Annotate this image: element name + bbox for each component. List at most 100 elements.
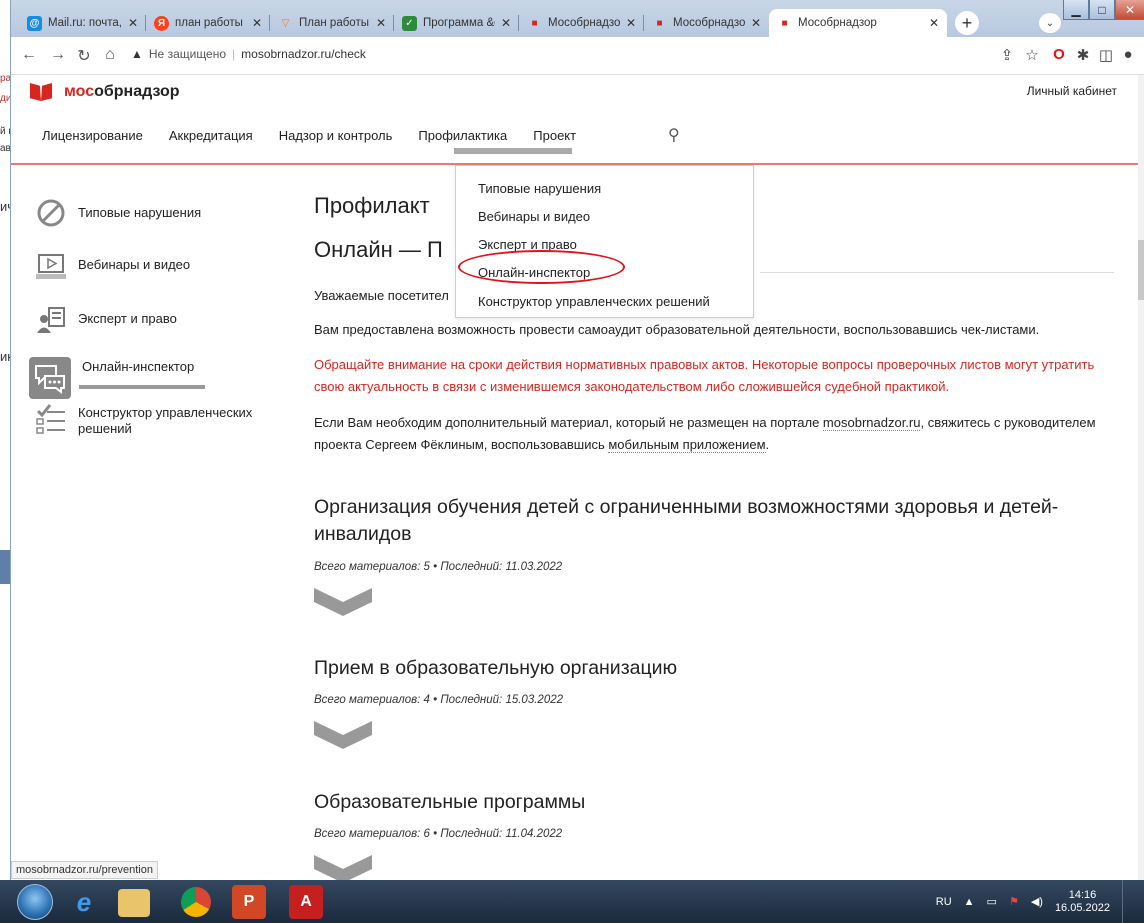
forward-icon[interactable]: →	[48, 46, 68, 64]
tab-close-icon[interactable]: ✕	[626, 16, 636, 30]
tab-close-icon[interactable]: ✕	[128, 16, 138, 30]
reload-icon[interactable]: ↻	[74, 46, 94, 66]
extensions-icon[interactable]: ✱	[1073, 46, 1093, 64]
tab-plan[interactable]: ▽ План работы с ✕	[270, 9, 394, 37]
language-indicator[interactable]: RU	[936, 896, 952, 908]
bookmark-star-icon[interactable]: ☆	[1022, 46, 1042, 64]
scrollbar-thumb[interactable]	[1138, 240, 1144, 300]
tab-title: Мособрнадзор	[548, 17, 620, 29]
home-icon[interactable]: ⌂	[100, 46, 120, 64]
warning-icon[interactable]: ▲	[131, 47, 143, 61]
system-tray: RU ▲ ▭ ⚑ ◀) 14:16 16.05.2022	[936, 880, 1144, 923]
chevron-down-icon[interactable]	[314, 721, 372, 749]
sidebar-item-label: Вебинары и видео	[78, 257, 191, 272]
volume-icon[interactable]: ◀)	[1031, 895, 1043, 908]
tab-title: Мособрнадзор	[798, 17, 877, 29]
close-window-button[interactable]: ✕	[1115, 0, 1144, 20]
warning-paragraph: Обращайте внимание на сроки действия нор…	[314, 357, 1095, 394]
new-tab-button[interactable]: +	[955, 11, 979, 35]
sidebar-item-webinars[interactable]: Вебинары и видео	[35, 251, 190, 283]
highlight-circle	[458, 250, 625, 284]
sidebar-item-label: Типовые нарушения	[78, 205, 202, 220]
menu-item-webinars[interactable]: Вебинары и видео	[478, 209, 590, 224]
sidebar-item-label: Эксперт и право	[78, 311, 177, 326]
prevention-dropdown-menu: Типовые нарушения Вебинары и видео Экспе…	[455, 165, 754, 318]
mobile-app-link[interactable]: мобильным приложением	[608, 437, 766, 453]
plan-favicon-icon: ▽	[281, 17, 290, 29]
nav-licensing[interactable]: Лицензирование	[42, 128, 143, 143]
chrome-icon[interactable]	[181, 887, 211, 917]
internet-explorer-icon[interactable]: e	[67, 885, 101, 919]
section-meta: Всего материалов: 6 • Последний: 11.04.2…	[314, 828, 563, 840]
portal-link[interactable]: mosobrnadzor.ru	[822, 415, 921, 431]
browser-window: @ Mail.ru: почта, п ✕ Я план работы с п …	[11, 0, 1144, 880]
tab-mosobr-1[interactable]: ■ Мособрнадзор ✕	[519, 9, 644, 37]
section-title[interactable]: Организация обучения детей с ограниченны…	[314, 494, 1074, 548]
tab-title: план работы с п	[175, 17, 246, 29]
back-icon[interactable]: ←	[19, 46, 39, 64]
profile-avatar-icon[interactable]: ●	[1118, 46, 1138, 63]
tab-title: Программа &ф	[423, 17, 495, 29]
menu-item-violations[interactable]: Типовые нарушения	[478, 181, 601, 196]
tab-yandex[interactable]: Я план работы с п ✕	[146, 9, 270, 37]
book-logo-icon	[30, 83, 52, 101]
network-icon[interactable]: ▭	[987, 895, 997, 908]
tray-expand-icon[interactable]: ▲	[964, 896, 975, 908]
tab-program[interactable]: ✓ Программа &ф ✕	[394, 9, 519, 37]
main-nav: Лицензирование Аккредитация Надзор и кон…	[42, 128, 602, 143]
start-button[interactable]	[17, 884, 53, 920]
prohibited-icon	[35, 197, 67, 229]
nav-project[interactable]: Проект	[533, 128, 576, 143]
clock-date: 16.05.2022	[1054, 901, 1110, 914]
tab-close-icon[interactable]: ✕	[376, 16, 386, 30]
chat-icon	[29, 357, 71, 399]
site-logo[interactable]: мособрнадзор	[30, 83, 180, 101]
personal-account-link[interactable]: Личный кабинет	[1027, 84, 1117, 98]
nav-prevention[interactable]: Профилактика	[418, 128, 507, 143]
tab-close-icon[interactable]: ✕	[751, 16, 761, 30]
tab-mosobr-active[interactable]: ■ Мособрнадзор ✕	[769, 9, 947, 37]
powerpoint-icon[interactable]: P	[232, 885, 266, 919]
sidebar-item-constructor[interactable]: Конструктор управленческих решений	[35, 404, 285, 437]
sidebar-item-label: Конструктор управленческих решений	[78, 405, 253, 436]
yandex-favicon-icon: Я	[154, 15, 169, 31]
tab-close-icon[interactable]: ✕	[252, 16, 262, 30]
tab-mosobr-2[interactable]: ■ Мособрнадзор ✕	[644, 9, 769, 37]
clock-time: 14:16	[1068, 888, 1097, 901]
expert-icon	[35, 305, 67, 337]
acrobat-icon[interactable]: A	[289, 885, 323, 919]
vertical-scrollbar[interactable]	[1138, 75, 1144, 880]
share-icon[interactable]: ⇪	[997, 46, 1017, 64]
chevron-down-icon[interactable]	[314, 855, 372, 880]
sidebar-item-expert[interactable]: Эксперт и право	[35, 305, 177, 337]
show-desktop-button[interactable]	[1122, 880, 1132, 923]
page-subtitle: Онлайн — П	[314, 237, 443, 262]
nav-supervision[interactable]: Надзор и контроль	[279, 128, 393, 143]
tab-title: Мособрнадзор	[673, 17, 745, 29]
contact-text: Если Вам необходим дополнительный матери…	[314, 415, 823, 430]
sidepanel-icon[interactable]: ◫	[1096, 46, 1116, 64]
tab-title: План работы с	[299, 17, 370, 29]
tab-search-icon[interactable]: ⌄	[1039, 13, 1061, 33]
book-favicon-icon: ■	[531, 17, 538, 29]
sidebar-item-label: Онлайн-инспектор	[82, 359, 195, 374]
file-explorer-icon[interactable]	[118, 889, 150, 917]
nav-accreditation[interactable]: Аккредитация	[169, 128, 253, 143]
sidebar-item-online-inspector[interactable]: Онлайн-инспектор	[29, 357, 195, 399]
search-icon[interactable]: ⚲	[668, 125, 680, 145]
tab-mail[interactable]: @ Mail.ru: почта, п ✕	[19, 9, 146, 37]
flag-icon[interactable]: ⚑	[1009, 895, 1019, 908]
tab-close-icon[interactable]: ✕	[501, 16, 511, 30]
chevron-down-icon[interactable]	[314, 588, 372, 616]
section-title[interactable]: Прием в образовательную организацию	[314, 655, 1074, 682]
opera-icon[interactable]: O	[1049, 46, 1069, 63]
address-bar[interactable]: ▲ Не защищено | mosobrnadzor.ru/check	[131, 47, 366, 61]
tab-close-icon[interactable]: ✕	[929, 16, 939, 30]
maximize-button[interactable]: □	[1089, 0, 1115, 20]
clock[interactable]: 14:16 16.05.2022	[1055, 889, 1110, 915]
intro-paragraph: Вам предоставлена возможность провести с…	[314, 322, 1040, 337]
section-title[interactable]: Образовательные программы	[314, 789, 1074, 816]
menu-item-constructor[interactable]: Конструктор управленческих решений	[478, 294, 710, 309]
minimize-button[interactable]: ▁	[1063, 0, 1089, 20]
sidebar-item-violations[interactable]: Типовые нарушения	[35, 197, 201, 229]
